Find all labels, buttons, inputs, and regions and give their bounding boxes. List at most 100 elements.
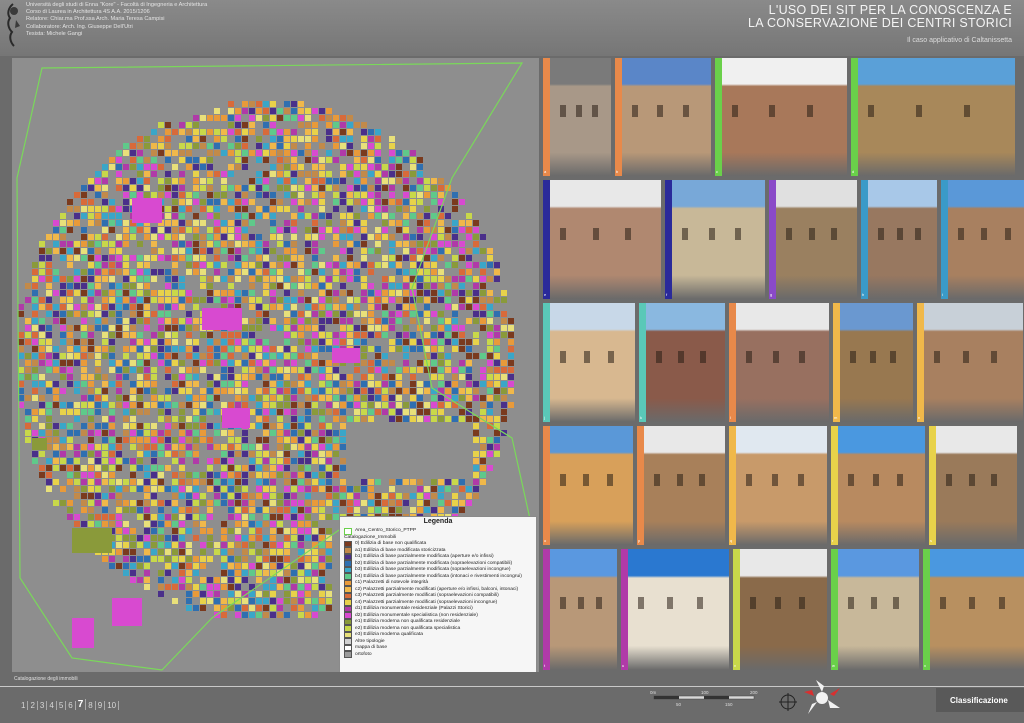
parcel <box>81 325 87 331</box>
page-link[interactable]: 2 <box>28 701 38 710</box>
parcel <box>46 248 52 254</box>
parcel <box>123 549 129 555</box>
parcel <box>88 185 94 191</box>
parcel <box>158 521 164 527</box>
parcel <box>186 339 192 345</box>
parcel <box>382 297 388 303</box>
parcel <box>207 297 213 303</box>
parcel <box>291 500 297 506</box>
parcel <box>137 192 143 198</box>
parcel <box>123 507 129 513</box>
parcel <box>165 283 171 289</box>
parcel <box>158 290 164 296</box>
page-link[interactable]: 10 <box>105 701 120 710</box>
parcel <box>123 332 129 338</box>
parcel <box>228 185 234 191</box>
parcel <box>95 472 101 478</box>
parcel <box>186 227 192 233</box>
parcel <box>487 318 493 324</box>
parcel <box>438 409 444 415</box>
parcel <box>151 192 157 198</box>
parcel <box>242 325 248 331</box>
parcel <box>340 199 346 205</box>
parcel <box>326 486 332 492</box>
parcel <box>473 318 479 324</box>
parcel <box>263 465 269 471</box>
parcel <box>389 255 395 261</box>
parcel <box>291 185 297 191</box>
parcel <box>123 318 129 324</box>
parcel <box>256 108 262 114</box>
parcel <box>263 101 269 107</box>
parcel <box>200 241 206 247</box>
parcel <box>123 528 129 534</box>
parcel <box>445 381 451 387</box>
page-link[interactable]: 3 <box>38 701 48 710</box>
parcel <box>256 304 262 310</box>
parcel <box>53 444 59 450</box>
parcel <box>60 283 66 289</box>
parcel <box>102 500 108 506</box>
parcel <box>88 262 94 268</box>
parcel <box>284 570 290 576</box>
parcel <box>333 486 339 492</box>
parcel <box>172 507 178 513</box>
parcel <box>396 262 402 268</box>
parcel <box>291 171 297 177</box>
parcel <box>151 451 157 457</box>
parcel <box>228 563 234 569</box>
parcel <box>403 234 409 240</box>
parcel <box>466 353 472 359</box>
parcel <box>172 178 178 184</box>
parcel <box>431 507 437 513</box>
parcel <box>158 136 164 142</box>
legend-item-label: a1) Edilizia di base modificata storiciz… <box>355 547 446 553</box>
parcel <box>263 192 269 198</box>
parcel <box>438 269 444 275</box>
parcel <box>431 276 437 282</box>
parcel <box>347 234 353 240</box>
page-link[interactable]: 1 <box>19 701 29 710</box>
page-link[interactable]: 7 <box>76 699 87 710</box>
window-shape <box>625 227 632 240</box>
window-shape <box>746 473 752 486</box>
parcel <box>256 192 262 198</box>
parcel <box>214 360 220 366</box>
parcel <box>123 479 129 485</box>
parcel <box>319 108 325 114</box>
parcel <box>165 234 171 240</box>
parcel <box>410 157 416 163</box>
parcel <box>466 227 472 233</box>
page-link[interactable]: 9 <box>96 701 106 710</box>
parcel <box>375 353 381 359</box>
page-link[interactable]: 8 <box>86 701 96 710</box>
parcel <box>151 479 157 485</box>
parcel <box>179 213 185 219</box>
parcel <box>480 367 486 373</box>
parcel <box>312 451 318 457</box>
parcel <box>228 402 234 408</box>
page-link[interactable]: 6 <box>66 701 76 710</box>
window-shape <box>940 597 946 610</box>
parcel <box>326 332 332 338</box>
parcel <box>508 402 514 408</box>
parcel <box>277 430 283 436</box>
parcel <box>67 437 73 443</box>
parcel <box>81 423 87 429</box>
page-link[interactable]: 5 <box>57 701 67 710</box>
parcel <box>396 178 402 184</box>
parcel <box>291 430 297 436</box>
parcel <box>326 311 332 317</box>
parcel <box>165 402 171 408</box>
parcel <box>179 171 185 177</box>
parcel <box>284 514 290 520</box>
parcel <box>144 360 150 366</box>
parcel <box>459 500 465 506</box>
parcel <box>368 332 374 338</box>
page-link[interactable]: 4 <box>47 701 57 710</box>
parcel <box>67 241 73 247</box>
parcel <box>298 388 304 394</box>
parcel <box>186 528 192 534</box>
parcel <box>291 535 297 541</box>
parcel <box>74 346 80 352</box>
